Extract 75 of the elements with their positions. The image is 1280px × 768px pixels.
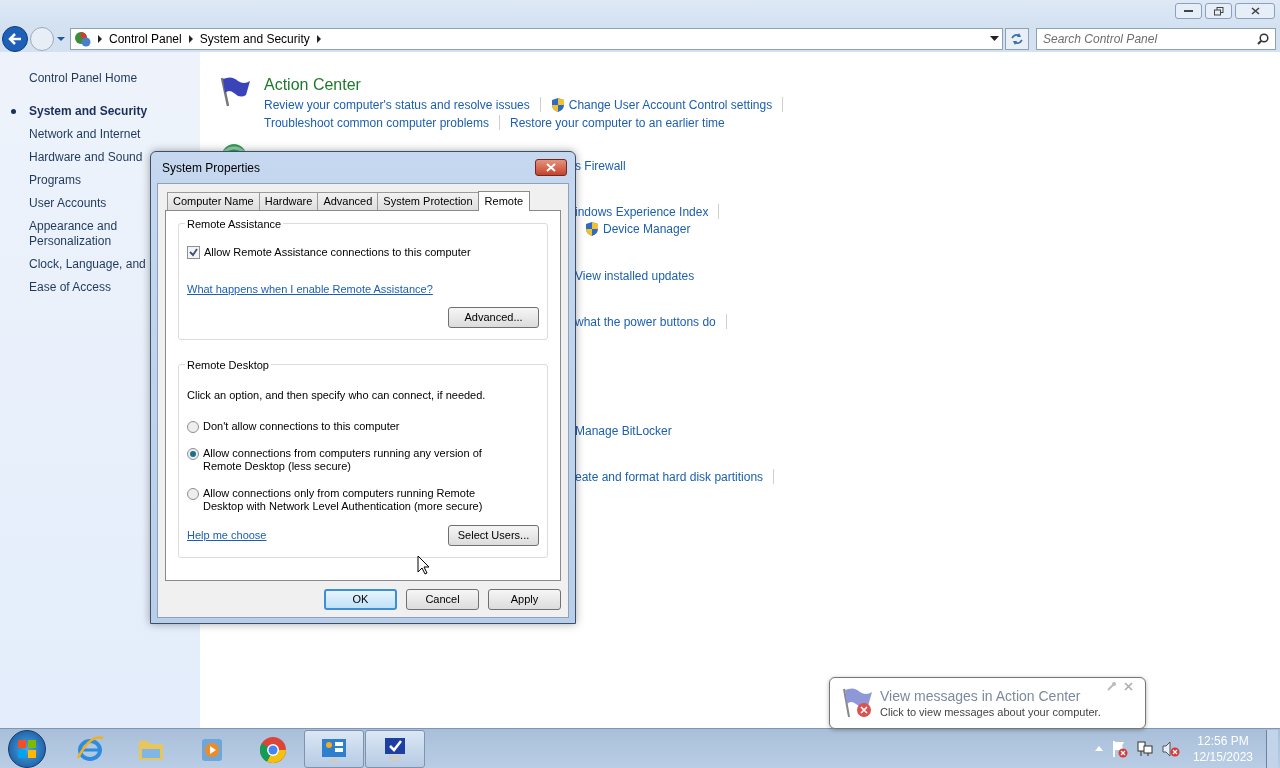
link[interactable]: Device Manager [603, 219, 691, 238]
sidebar-item[interactable]: System and Security [29, 104, 194, 119]
radio-label[interactable]: Allow connections from computers running any version of Remote Desktop (less secure) [203, 446, 493, 473]
radio-button[interactable] [187, 447, 199, 460]
close-icon [1250, 7, 1260, 15]
link[interactable]: eate and format hard disk partitions [575, 467, 764, 486]
link[interactable]: Change User Account Control settings [568, 95, 773, 114]
taskbar-button[interactable] [304, 729, 364, 768]
link[interactable]: Restore your computer to an earlier time [510, 113, 725, 132]
link[interactable]: Manage BitLocker [575, 421, 672, 440]
link[interactable]: what the power buttons do [575, 312, 716, 331]
checkbox[interactable] [187, 245, 200, 259]
link[interactable]: indows Experience Index [575, 202, 709, 221]
link[interactable]: Review your computer's status and resolve issues [264, 95, 530, 114]
mouse-cursor-icon [417, 555, 430, 575]
dropdown-icon[interactable] [990, 36, 999, 42]
refresh-button[interactable] [1005, 28, 1029, 50]
address-field[interactable]: Control Panel System and Security [70, 28, 1003, 50]
search-icon [1257, 33, 1269, 45]
start-button[interactable] [8, 729, 46, 768]
help-link[interactable]: What happens when I enable Remote Assistance? [187, 280, 433, 297]
windows-logo-icon [18, 739, 36, 758]
link[interactable]: Troubleshoot common computer problems [264, 113, 489, 132]
checkbox-label[interactable]: Allow Remote Assistance connections to this computer [204, 244, 471, 261]
instruction-text: Click an option, and then specify who can connect, if needed. [187, 388, 487, 403]
control-panel-icon [74, 31, 92, 47]
radio-button[interactable] [187, 420, 199, 433]
dialog-button[interactable]: Apply [488, 589, 561, 610]
help-link[interactable]: Help me choose [187, 526, 267, 544]
link[interactable]: View installed updates [575, 266, 695, 285]
flag-icon [218, 75, 252, 109]
breadcrumb[interactable]: System and Security [199, 30, 310, 48]
select-users-button[interactable]: Select Users... [448, 524, 539, 546]
network-icon[interactable] [1136, 740, 1153, 757]
search-placeholder: Search Control Panel [1043, 31, 1158, 48]
tab[interactable]: Hardware [258, 192, 319, 210]
chevron-icon[interactable] [316, 35, 321, 43]
sidebar-item[interactable]: Control Panel Home [29, 71, 194, 86]
restore-button[interactable] [1205, 3, 1232, 19]
bullet-icon [11, 109, 16, 114]
radio-label[interactable]: Allow connections only from computers running Remote Desktop with Network Level Authentication (more secure) [203, 486, 493, 513]
advanced-button[interactable]: Advanced... [448, 307, 539, 328]
radio-button[interactable] [187, 487, 199, 500]
sidebar-item[interactable]: Network and Internet [29, 127, 194, 142]
tab[interactable]: Remote [477, 191, 531, 211]
e-browser-icon [75, 733, 105, 764]
search-field[interactable]: Search Control Panel [1036, 28, 1276, 50]
balloon-title: View messages in Action Center [880, 686, 1082, 705]
restore-icon [1213, 6, 1224, 16]
radio-label[interactable]: Don't allow connections to this computer [203, 419, 493, 433]
back-arrow-icon [8, 33, 22, 45]
minimize-button[interactable] [1175, 3, 1202, 19]
taskbar-button[interactable] [365, 729, 425, 768]
tab[interactable]: Advanced [317, 192, 379, 210]
show-desktop-button[interactable] [1266, 729, 1278, 768]
tab[interactable]: System Protection [377, 192, 479, 210]
muted-speaker-icon[interactable] [1161, 740, 1180, 757]
link[interactable]: s Firewall [575, 156, 626, 175]
balloon-text: Click to view messages about your computer. [880, 704, 1101, 720]
tab[interactable]: Computer Name [167, 192, 260, 210]
back-button[interactable] [2, 26, 28, 52]
dialog-title: System Properties [162, 159, 261, 177]
dialog-button[interactable]: OK [324, 589, 397, 610]
dialog-button[interactable]: Cancel [406, 589, 479, 610]
flag-with-error-icon [840, 686, 874, 720]
flag-with-error-icon[interactable] [1111, 739, 1128, 758]
minimize-icon [1184, 9, 1193, 13]
refresh-icon [1010, 33, 1024, 45]
chevron-icon[interactable] [98, 35, 102, 43]
breadcrumb[interactable]: Control Panel [109, 30, 182, 48]
close-button[interactable] [1235, 3, 1275, 19]
close-icon [546, 163, 556, 172]
chevron-icon[interactable] [188, 35, 193, 43]
section-title[interactable]: Action Center [264, 75, 794, 95]
close-button[interactable] [535, 159, 567, 176]
